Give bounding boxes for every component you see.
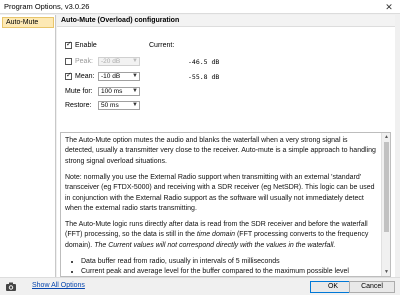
mean-checkbox[interactable] (65, 71, 72, 81)
footer-bar: Show All Options OK Cancel (0, 277, 400, 295)
scroll-down-icon[interactable]: ▼ (382, 268, 390, 276)
cancel-button[interactable]: Cancel (349, 281, 395, 293)
mean-threshold-value: -10 dB (101, 73, 121, 80)
window-title: Program Options, v3.0.26 (4, 2, 90, 11)
peak-threshold-select[interactable]: -20 dB ▼ (98, 57, 140, 66)
options-panel: Auto-Mute (Overload) configuration Enabl… (57, 15, 395, 277)
sidebar-item-auto-mute[interactable]: Auto-Mute (2, 17, 54, 28)
chevron-down-icon: ▼ (132, 88, 138, 94)
peak-current-value: -46.5 dB (188, 58, 220, 66)
peak-threshold-value: -20 dB (101, 58, 121, 65)
restore-row: Restore: 50 ms ▼ (65, 101, 165, 111)
description-text: The Auto-Mute option mutes the audio and… (61, 133, 390, 276)
panel-header: Auto-Mute (Overload) configuration (57, 15, 395, 27)
restore-select[interactable]: 50 ms ▼ (98, 101, 140, 110)
chevron-down-icon: ▼ (132, 58, 138, 64)
description-paragraph: The Auto-Mute logic runs directly after … (65, 220, 369, 249)
enable-row: Enable (65, 40, 125, 51)
mute-for-value: 100 ms (101, 88, 123, 95)
current-label: Current: (149, 42, 175, 49)
peak-label: Peak: (75, 58, 93, 65)
chevron-down-icon: ▼ (132, 73, 138, 79)
mean-threshold-select[interactable]: -10 dB ▼ (98, 72, 140, 81)
scrollbar-thumb[interactable] (384, 142, 389, 232)
sidebar: Auto-Mute (0, 15, 56, 277)
show-all-options-link[interactable]: Show All Options (32, 282, 85, 289)
description-list: Data buffer read from radio, usually in … (81, 257, 376, 276)
vertical-scrollbar[interactable]: ▲ ▼ (381, 133, 390, 276)
mute-for-label: Mute for: (65, 88, 93, 95)
description-paragraph: Note: normally you use the External Radi… (65, 173, 375, 212)
mean-row: Mean: -10 dB ▼ -55.8 dB (65, 71, 265, 82)
description-paragraph: The Auto-Mute option mutes the audio and… (65, 137, 376, 165)
title-bar: Program Options, v3.0.26 ✕ (0, 0, 400, 14)
scroll-up-icon[interactable]: ▲ (382, 133, 390, 141)
enable-checkbox[interactable] (65, 40, 72, 50)
close-icon[interactable]: ✕ (378, 0, 400, 14)
peak-checkbox[interactable] (65, 58, 72, 65)
enable-label: Enable (75, 42, 97, 49)
list-item: Current peak and average level for the b… (81, 267, 376, 276)
chevron-down-icon: ▼ (132, 102, 138, 108)
mean-label: Mean: (75, 73, 95, 80)
mean-current-value: -55.8 dB (188, 73, 220, 81)
restore-label: Restore: (65, 102, 92, 109)
list-item: Data buffer read from radio, usually in … (81, 257, 376, 267)
mute-for-select[interactable]: 100 ms ▼ (98, 87, 140, 96)
description-box[interactable]: The Auto-Mute option mutes the audio and… (60, 132, 391, 277)
restore-value: 50 ms (101, 102, 119, 109)
camera-icon[interactable] (5, 281, 17, 292)
mute-for-row: Mute for: 100 ms ▼ (65, 87, 165, 97)
peak-row: Peak: -20 dB ▼ -46.5 dB (65, 57, 265, 67)
